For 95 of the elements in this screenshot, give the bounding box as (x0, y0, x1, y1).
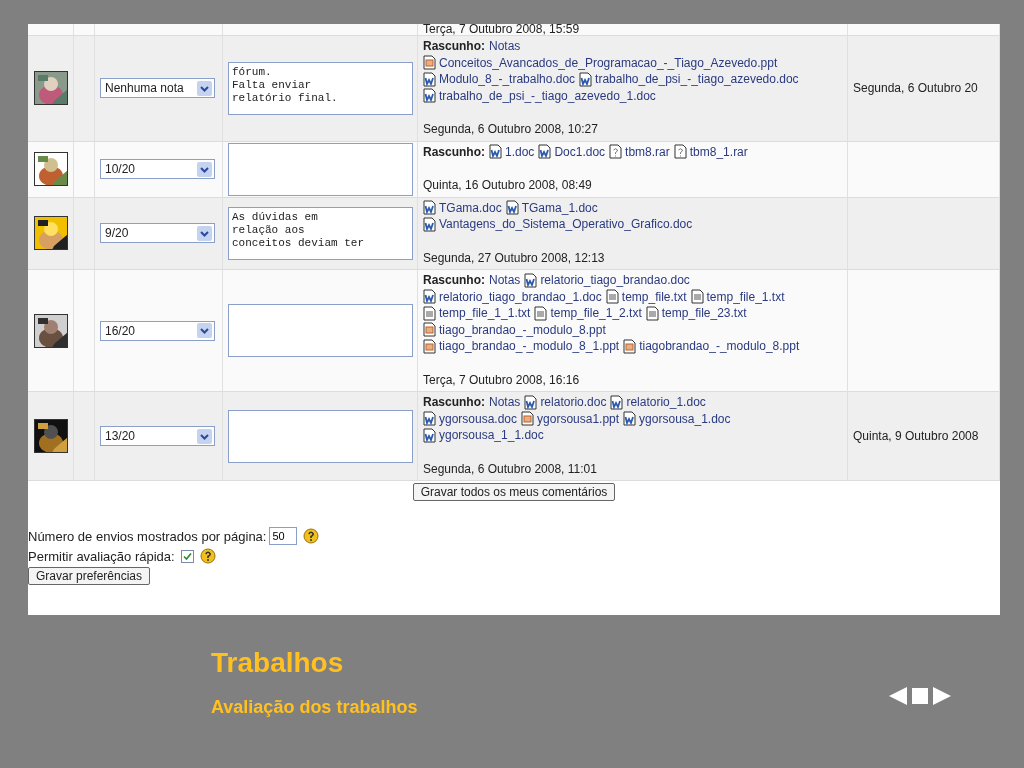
file-link[interactable]: tbm8.rar (625, 143, 670, 160)
file-link[interactable]: relatorio_tiago_brandao_1.doc (439, 288, 602, 305)
notes-link[interactable]: Notas (489, 394, 521, 411)
file-link[interactable]: trabalho_de_psi_-_tiago_azevedo.doc (595, 71, 799, 88)
file-link[interactable]: ygorsousa_1.doc (639, 410, 731, 427)
notes-link[interactable]: Notas (489, 38, 521, 55)
file-link[interactable]: ygorsousa1.ppt (537, 410, 620, 427)
file-link[interactable]: temp_file_23.txt (661, 305, 747, 322)
slides-icon (423, 338, 436, 354)
file-link[interactable]: relatorio_1.doc (626, 394, 706, 411)
file-link[interactable]: temp_file_1_2.txt (550, 305, 642, 322)
quick-grading-label: Permitir avaliação rápida: (28, 548, 175, 564)
draft-label: Rascunho: (423, 143, 485, 160)
draft-label: Rascunho: (423, 272, 485, 289)
file-link[interactable]: temp_file_1.txt (706, 288, 785, 305)
file-link[interactable]: ygorsousa_1_1.doc (439, 427, 544, 444)
file-link[interactable]: relatorio_tiago_brandao.doc (540, 272, 690, 289)
file-link[interactable]: tiago_brandao_-_modulo_8_1.ppt (439, 338, 620, 355)
document-icon (423, 289, 436, 305)
text-file-icon (605, 289, 619, 305)
draft-label: Rascunho: (423, 38, 485, 55)
per-page-field[interactable]: 50 (269, 527, 298, 545)
grade-select[interactable]: 16/20 (100, 320, 215, 341)
comment-field[interactable] (228, 409, 413, 463)
file-link[interactable]: TGama_1.doc (521, 199, 598, 216)
file-link[interactable]: relatorio.doc (540, 394, 607, 411)
grade-select[interactable]: 9/20 (100, 223, 215, 244)
grading-date: Quinta, 9 Outubro 2008 (853, 429, 979, 443)
document-icon (623, 411, 637, 427)
comment-field[interactable]: fórum. Falta enviar relatório final. (228, 61, 413, 115)
caret-icon (197, 225, 212, 241)
file-link[interactable]: tbm8_1.rar (689, 143, 748, 160)
slides-icon (521, 411, 535, 427)
submission-date: Segunda, 6 Outubro 2008, 10:27 (423, 121, 599, 138)
per-page-label: Número de envios mostrados por página: (28, 528, 267, 544)
notes-link[interactable]: Notas (489, 272, 521, 289)
caret-icon (197, 161, 212, 177)
caret-icon (197, 323, 212, 338)
unknown-file-icon (609, 144, 623, 160)
submission-date: Quinta, 16 Outubro 2008, 08:49 (423, 177, 593, 194)
document-icon (579, 71, 593, 87)
document-icon (505, 200, 519, 216)
document-icon (423, 411, 436, 427)
submission-date: Terça, 7 Outubro 2008, 15:59 (423, 24, 580, 36)
text-file-icon (690, 289, 704, 305)
document-icon (524, 394, 538, 410)
next-icon[interactable] (932, 686, 952, 706)
slides-icon (623, 338, 637, 354)
document-icon (489, 144, 502, 160)
text-file-icon (423, 305, 436, 321)
document-icon (423, 216, 436, 232)
file-link[interactable]: Doc1.doc (554, 143, 606, 160)
caret-icon (197, 428, 212, 444)
unknown-file-icon (673, 144, 687, 160)
caret-icon (197, 80, 212, 96)
comment-field[interactable] (228, 304, 413, 357)
slide-title: Trabalhos (211, 647, 345, 679)
table-cell (74, 24, 95, 36)
document-icon (423, 200, 436, 216)
grade-select[interactable]: Nenhuma nota (100, 78, 215, 99)
save-comments-button[interactable]: Gravar todos os meus comentários (412, 483, 616, 501)
file-link[interactable]: Conceitos_Avancados_de_Programacao_-_Tiago_Azevedo.ppt (439, 54, 778, 71)
document-icon (538, 144, 552, 160)
slide-subtitle: Avaliação dos trabalhos (211, 697, 418, 718)
grade-select[interactable]: 10/20 (100, 159, 215, 179)
comment-field[interactable]: As dúvidas em relação aos conceitos deviam ter (228, 206, 413, 260)
grade-select[interactable]: 13/20 (100, 426, 215, 446)
draft-label: Rascunho: (423, 394, 485, 411)
grading-date: Segunda, 6 Outubro 20 (853, 81, 978, 96)
document-icon (423, 88, 436, 104)
file-link[interactable]: TGama.doc (439, 199, 502, 216)
submission-date: Segunda, 6 Outubro 2008, 11:01 (423, 460, 598, 477)
file-link[interactable]: tiago_brandao_-_modulo_8.ppt (439, 321, 606, 338)
submission-date: Terça, 7 Outubro 2008, 16:16 (423, 371, 581, 388)
file-link[interactable]: temp_file_1_1.txt (439, 305, 531, 322)
file-link[interactable]: 1.doc (505, 143, 535, 160)
file-link[interactable]: Modulo_8_-_trabalho.doc (439, 71, 576, 88)
save-preferences-button[interactable]: Gravar preferências (28, 567, 151, 585)
slides-icon (423, 55, 436, 71)
previous-icon[interactable] (888, 686, 908, 706)
text-file-icon (534, 305, 548, 321)
document-icon (610, 394, 624, 410)
document-icon (423, 427, 436, 443)
file-link[interactable]: ygorsousa.doc (439, 410, 518, 427)
text-file-icon (645, 305, 659, 321)
file-link[interactable]: trabalho_de_psi_-_tiago_azevedo_1.doc (439, 87, 656, 104)
help-icon[interactable] (303, 528, 320, 544)
submission-date: Segunda, 27 Outubro 2008, 12:13 (423, 249, 606, 266)
document-icon (423, 71, 436, 87)
quick-grading-checkbox[interactable] (180, 549, 194, 563)
file-link[interactable]: temp_file.txt (621, 288, 687, 305)
help-icon[interactable] (199, 548, 216, 564)
file-link[interactable]: tiagobrandao_-_modulo_8.ppt (639, 338, 800, 355)
file-link[interactable]: Vantagens_do_Sistema_Operativo_Grafico.doc (439, 216, 693, 233)
slides-icon (423, 322, 436, 338)
